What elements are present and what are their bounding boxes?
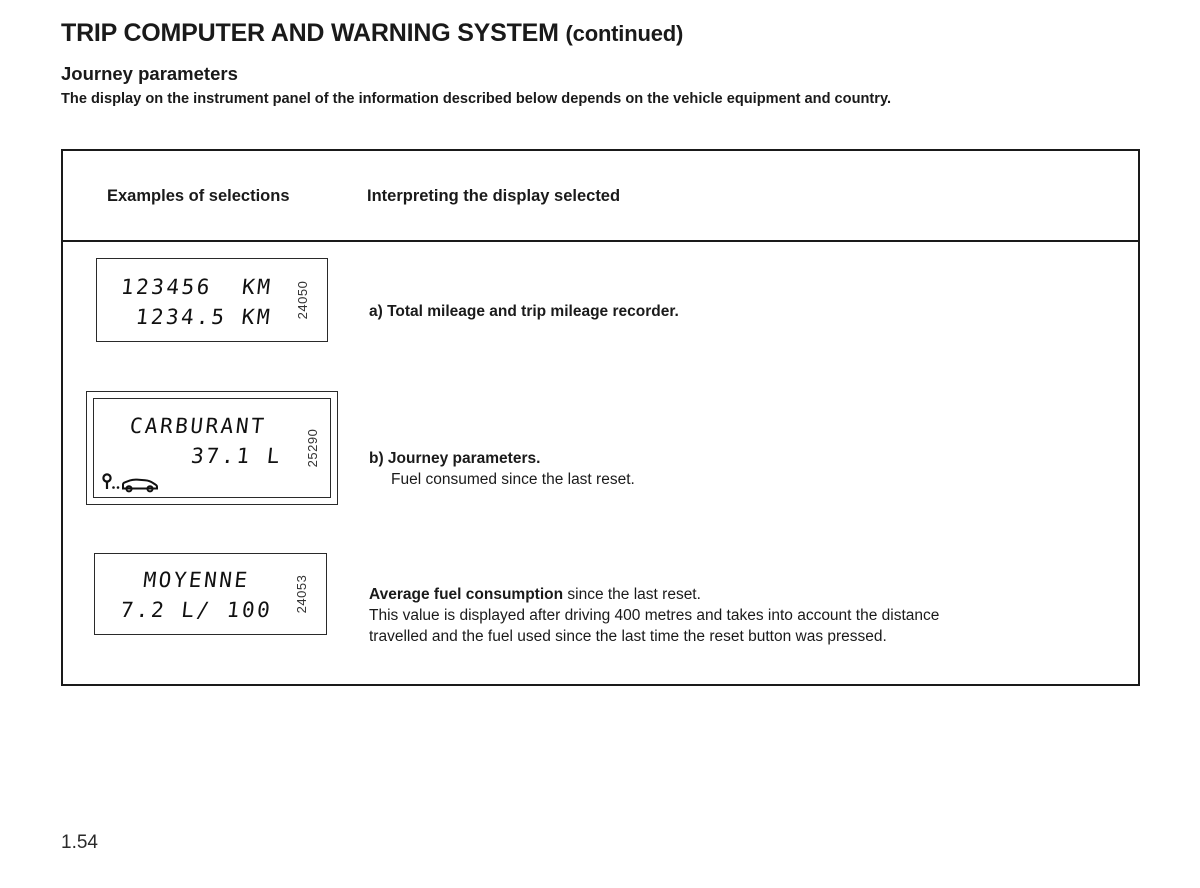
description-total-mileage: a) Total mileage and trip mileage record… <box>369 301 1109 322</box>
lcd-line-2: 37.1 L <box>189 444 284 468</box>
description-body: Fuel consumed since the last reset. <box>391 471 635 488</box>
description-body-line-2: This value is displayed after driving 40… <box>369 607 940 624</box>
journey-start-car-icon <box>102 473 158 493</box>
figure-reference-number: 24053 <box>294 574 310 614</box>
lcd-figure-total-mileage: 123456 KM 1234.5 KM 24050 <box>96 258 328 342</box>
journey-parameters-table: Examples of selections Interpreting the … <box>61 149 1140 686</box>
page-number: 1.54 <box>61 832 98 853</box>
figure-reference-number: 25290 <box>305 428 321 468</box>
lcd-line-1: CARBURANT <box>128 414 268 438</box>
column-header-examples: Examples of selections <box>107 187 290 205</box>
lcd-figure-average-consumption: MOYENNE 7.2 L/ 100 24053 <box>94 553 327 635</box>
description-heading: Average fuel consumption <box>369 586 564 603</box>
table-row: MOYENNE 7.2 L/ 100 24053 Average fuel co… <box>63 533 1138 683</box>
table-row: 123456 KM 1234.5 KM 24050 a) Total milea… <box>63 243 1138 388</box>
lcd-line-1: 123456 KM <box>119 275 274 299</box>
section-title: Journey parameters <box>61 63 238 84</box>
lcd-figure-journey-parameters: CARBURANT 37.1 L 25290 <box>86 391 338 505</box>
description-heading-tail: since the last reset. <box>563 586 701 603</box>
description-heading: a) Total mileage and trip mileage record… <box>369 303 679 320</box>
page-title: TRIP COMPUTER AND WARNING SYSTEM (contin… <box>61 19 683 48</box>
description-average-consumption: Average fuel consumption since the last … <box>369 584 1114 647</box>
figure-reference-number: 24050 <box>295 280 311 320</box>
intro-paragraph: The display on the instrument panel of t… <box>61 91 892 107</box>
description-heading: b) Journey parameters. <box>369 450 541 467</box>
table-header-row: Examples of selections Interpreting the … <box>63 151 1138 242</box>
description-body-line-3: travelled and the fuel used since the la… <box>369 628 887 645</box>
lcd-line-2: 7.2 L/ 100 <box>119 598 274 622</box>
description-journey-parameters: b) Journey parameters. Fuel consumed sin… <box>369 448 1109 490</box>
page-title-continued: (continued) <box>565 21 684 46</box>
lcd-line-1: MOYENNE <box>142 568 251 592</box>
column-header-interpreting: Interpreting the display selected <box>367 187 621 205</box>
lcd-line-2: 1234.5 KM <box>134 305 274 329</box>
page-title-main: TRIP COMPUTER AND WARNING SYSTEM <box>61 19 559 47</box>
table-row: CARBURANT 37.1 L 25290 b) Journey parame… <box>63 388 1138 533</box>
description-heading-line: Average fuel consumption since the last … <box>369 584 1114 605</box>
